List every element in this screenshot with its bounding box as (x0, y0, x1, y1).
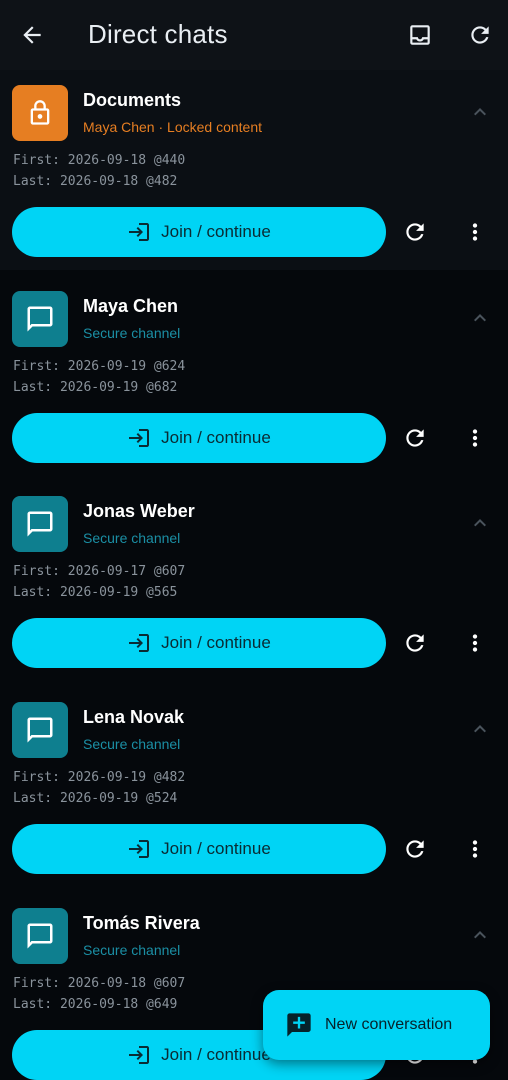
chat-timestamps: First: 2026-09-18 @607 Last: 2026-09-18 @… (13, 973, 185, 1015)
last-timestamp: Last: 2026-09-18 @649 (13, 997, 178, 1012)
reload-chat-button[interactable] (398, 832, 432, 866)
more-options-button[interactable] (458, 832, 492, 866)
last-timestamp: Last: 2026-09-19 @682 (13, 380, 178, 395)
back-button[interactable] (14, 17, 50, 53)
chat-timestamps: First: 2026-09-19 @624 Last: 2026-09-19 @… (13, 356, 185, 398)
chat-list: Documents Maya Chen · Locked content Fir… (0, 70, 508, 1080)
chat-name: Documents (83, 90, 182, 110)
chat-timestamps: First: 2026-09-18 @440 Last: 2026-09-18 @… (13, 150, 185, 192)
refresh-icon (406, 429, 424, 447)
chat-icon (27, 717, 53, 743)
collapse-button[interactable] (466, 98, 494, 126)
new-conversation-label: New conversation (325, 1016, 453, 1033)
more-options-button[interactable] (458, 421, 492, 455)
join-continue-button[interactable]: Join / continue (12, 824, 386, 874)
refresh-icon (406, 840, 424, 858)
collapse-button[interactable] (466, 304, 494, 332)
collapse-button[interactable] (466, 509, 494, 537)
last-timestamp: Last: 2026-09-19 @565 (13, 585, 178, 600)
chat-card: Documents Maya Chen · Locked content Fir… (0, 70, 508, 270)
more-options-button[interactable] (458, 626, 492, 660)
last-timestamp: Last: 2026-09-19 @524 (13, 791, 178, 806)
chat-subtitle: Maya Chen · Locked content (83, 119, 262, 135)
chat-name: Tomás Rivera (83, 913, 200, 933)
chat-card: Jonas Weber Secure channel First: 2026-0… (0, 481, 508, 681)
chat-avatar (12, 908, 68, 964)
chat-icon (27, 306, 53, 332)
first-timestamp: First: 2026-09-19 @482 (13, 770, 186, 785)
chevron-up-icon (474, 725, 486, 733)
chat-subtitle: Secure channel (83, 325, 181, 341)
more-vert-icon (472, 634, 478, 652)
chat-icon (27, 923, 53, 949)
more-vert-icon (472, 840, 478, 858)
refresh-icon (471, 26, 489, 44)
reload-chat-button[interactable] (398, 421, 432, 455)
page-title: Direct chats (88, 19, 228, 49)
last-timestamp: Last: 2026-09-18 @482 (13, 174, 178, 189)
inbox-button[interactable] (402, 17, 438, 53)
join-continue-button[interactable]: Join / continue (12, 207, 386, 257)
arrow-left-icon (23, 26, 41, 44)
chat-timestamps: First: 2026-09-19 @482 Last: 2026-09-19 @… (13, 767, 185, 809)
login-icon (129, 223, 150, 241)
collapse-button[interactable] (466, 715, 494, 743)
more-vert-icon (472, 429, 478, 447)
chat-card: Lena Novak Secure channel First: 2026-09… (0, 687, 508, 887)
login-icon (129, 634, 150, 652)
join-continue-label: Join / continue (161, 839, 271, 858)
first-timestamp: First: 2026-09-17 @607 (13, 564, 186, 579)
join-continue-label: Join / continue (161, 428, 271, 447)
more-options-button[interactable] (458, 215, 492, 249)
refresh-icon (406, 634, 424, 652)
chevron-up-icon (474, 519, 486, 527)
login-icon (129, 840, 150, 858)
chat-subtitle: Secure channel (83, 736, 181, 752)
first-timestamp: First: 2026-09-18 @607 (13, 976, 186, 991)
join-continue-button[interactable]: Join / continue (12, 618, 386, 668)
collapse-button[interactable] (466, 921, 494, 949)
inbox-icon (410, 25, 430, 45)
join-continue-button[interactable]: Join / continue (12, 413, 386, 463)
chat-name: Lena Novak (83, 707, 185, 727)
chat-timestamps: First: 2026-09-17 @607 Last: 2026-09-19 @… (13, 561, 185, 603)
login-icon (129, 429, 150, 447)
refresh-icon (406, 223, 424, 241)
chat-avatar (12, 702, 68, 758)
lock-icon (30, 100, 50, 125)
chat-card: Maya Chen Secure channel First: 2026-09-… (0, 276, 508, 476)
new-conversation-button[interactable]: New conversation (263, 990, 490, 1060)
chat-name: Maya Chen (83, 296, 179, 316)
add-chat-icon (285, 1011, 313, 1039)
login-icon (129, 1046, 150, 1064)
reload-chat-button[interactable] (398, 215, 432, 249)
chevron-up-icon (474, 314, 486, 322)
reload-chat-button[interactable] (398, 626, 432, 660)
join-continue-label: Join / continue (161, 1045, 271, 1064)
direct-chats-screen: Direct chats Documents Maya Chen · Locke… (0, 0, 508, 1080)
chevron-up-icon (474, 108, 486, 116)
top-app-bar: Direct chats (0, 0, 508, 70)
chat-avatar (12, 291, 68, 347)
chat-avatar (12, 85, 68, 141)
chat-name: Jonas Weber (83, 501, 195, 521)
first-timestamp: First: 2026-09-18 @440 (13, 153, 186, 168)
chevron-up-icon (474, 931, 486, 939)
chat-subtitle: Secure channel (83, 942, 181, 958)
join-continue-label: Join / continue (161, 222, 271, 241)
first-timestamp: First: 2026-09-19 @624 (13, 359, 186, 374)
chat-subtitle: Secure channel (83, 530, 181, 546)
more-vert-icon (472, 223, 478, 241)
join-continue-label: Join / continue (161, 633, 271, 652)
chat-icon (27, 511, 53, 537)
chat-avatar (12, 496, 68, 552)
refresh-button[interactable] (462, 17, 498, 53)
